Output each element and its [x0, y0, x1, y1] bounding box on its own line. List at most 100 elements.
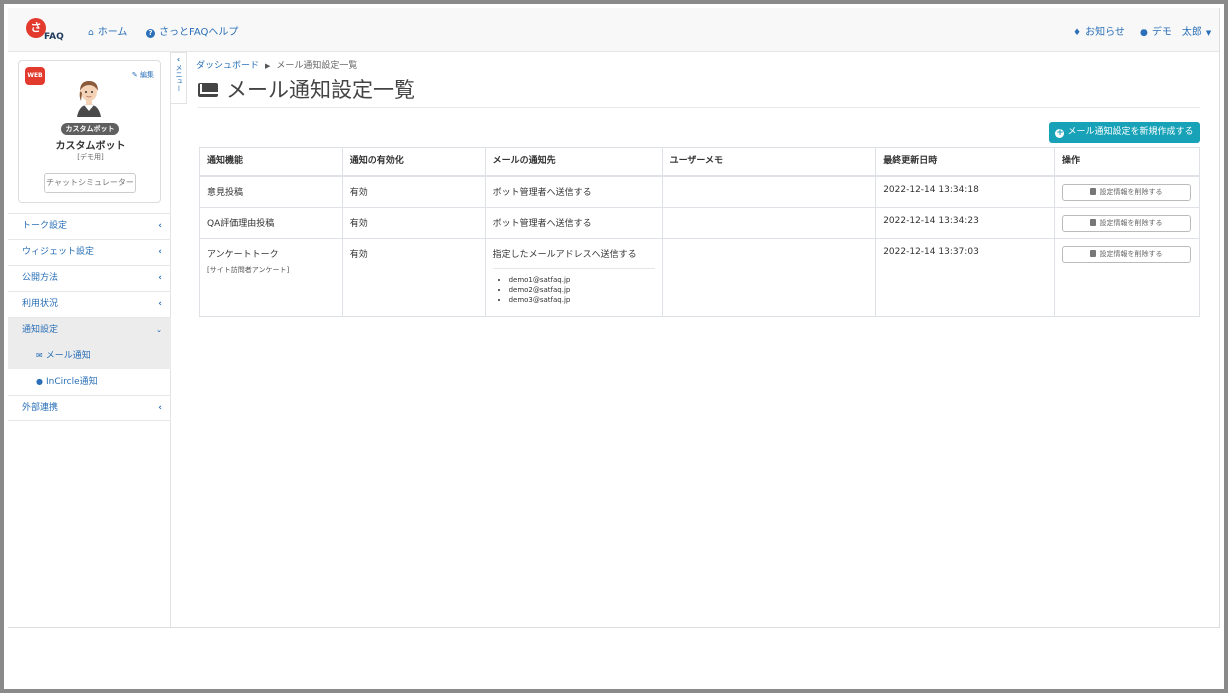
- chevron-left-icon: ‹: [158, 299, 162, 309]
- sidebar-item-publish[interactable]: 公開方法 ‹: [8, 265, 171, 291]
- chevron-left-icon: ‹: [158, 403, 162, 413]
- sidebar-subitem-incircle-notification[interactable]: ● InCircle通知: [8, 369, 171, 395]
- chevron-left-icon: ‹: [158, 247, 162, 257]
- sidebar-item-label: 公開方法: [22, 273, 59, 283]
- cell-memo: [661, 206, 877, 239]
- envelope-icon: ✉: [36, 351, 43, 360]
- cell-memo: [661, 175, 877, 208]
- user-menu-dropdown[interactable]: ● デモ 太郎 ▼: [1140, 23, 1215, 38]
- nav-notice-label: お知らせ: [1085, 27, 1125, 38]
- page-title-text: メール通知設定一覧: [226, 78, 415, 102]
- table-row: QA評価理由投稿 有効 ボット管理者へ送信する 2022-12-14 13:34…: [199, 206, 1201, 239]
- breadcrumb-dashboard-link[interactable]: ダッシュボード: [196, 61, 259, 71]
- destination-text: 指定したメールアドレスへ送信する: [492, 249, 637, 260]
- sidebar-item-label: 外部連携: [22, 403, 59, 413]
- chevron-left-icon: ‹: [176, 55, 181, 64]
- sidebar-item-usage[interactable]: 利用状況 ‹: [8, 291, 171, 317]
- sidebar-subitem-mail-notification[interactable]: ✉ メール通知: [8, 343, 171, 369]
- brand-logo[interactable]: さ FAQ: [24, 16, 74, 46]
- mail-notification-table: 通知機能 通知の有効化 メールの通知先 ユーザーメモ 最終更新日時 操作 意見投…: [199, 147, 1201, 317]
- chevron-left-icon: ‹: [158, 221, 162, 231]
- web-badge: WEB: [25, 67, 45, 85]
- cell-memo: [661, 237, 877, 317]
- column-header: 操作: [1053, 147, 1201, 177]
- sidebar-item-talk-settings[interactable]: トーク設定 ‹: [8, 213, 171, 239]
- sidebar-item-label: 利用状況: [22, 299, 59, 309]
- feature-name: アンケートトーク: [207, 249, 279, 260]
- sidebar-item-label: トーク設定: [22, 221, 68, 231]
- top-navbar: さ FAQ ⌂ ホーム ? さっとFAQヘルプ ♦ お知らせ ● デモ 太郎 ▼: [8, 8, 1219, 52]
- bot-profile-card: WEB ✎ 編集 カスタムボット カスタムボット [デモ用] チャットシミュレー…: [18, 60, 161, 203]
- sidebar-item-integrations[interactable]: 外部連携 ‹: [8, 395, 171, 421]
- delete-button-label: 設定情報を削除する: [1099, 249, 1163, 258]
- cell-action: 設定情報を削除する: [1053, 206, 1201, 239]
- trash-icon: [1090, 188, 1097, 195]
- table-row: アンケートトーク [サイト訪問者アンケート] 有効 指定したメールアドレスへ送信…: [199, 237, 1201, 317]
- envelope-icon: [198, 83, 218, 97]
- delete-button-label: 設定情報を削除する: [1099, 188, 1163, 196]
- create-mail-notification-button[interactable]: + メール通知設定を新規作成する: [1049, 122, 1200, 143]
- chevron-down-icon: ⌄: [156, 326, 162, 334]
- cell-destination: 指定したメールアドレスへ送信する demo1@satfaq.jp demo2@s…: [484, 237, 663, 317]
- breadcrumb-current: メール通知設定一覧: [276, 61, 358, 71]
- cell-destination: ボット管理者へ送信する: [484, 206, 663, 239]
- sidebar-item-widget-settings[interactable]: ウィジェット設定 ‹: [8, 239, 171, 265]
- sidebar-subitem-label: InCircle通知: [45, 377, 98, 387]
- cell-enabled: 有効: [341, 206, 486, 239]
- cell-feature: QA評価理由投稿: [199, 206, 343, 239]
- logo-mark: さ: [26, 18, 46, 38]
- sidebar-item-label: ウィジェット設定: [22, 247, 95, 257]
- menu-collapse-tab[interactable]: ‹ メニュー: [171, 52, 187, 104]
- edit-label: 編集: [140, 71, 154, 79]
- cell-feature: アンケートトーク [サイト訪問者アンケート]: [199, 237, 343, 317]
- delete-setting-button[interactable]: 設定情報を削除する: [1061, 245, 1191, 263]
- chevron-left-icon: ‹: [158, 273, 162, 283]
- delete-setting-button[interactable]: 設定情報を削除する: [1061, 184, 1191, 201]
- bot-subtitle: [デモ用]: [77, 153, 104, 161]
- email-list: demo1@satfaq.jp demo2@satfaq.jp demo3@sa…: [493, 275, 655, 305]
- cell-feature: 意見投稿: [199, 175, 343, 208]
- logo-text: FAQ: [44, 32, 64, 42]
- column-header: メールの通知先: [484, 147, 663, 177]
- trash-icon: [1090, 249, 1097, 257]
- pencil-icon: ✎: [131, 71, 138, 79]
- sidebar-item-label: 通知設定: [22, 325, 59, 335]
- app-window: さ FAQ ⌂ ホーム ? さっとFAQヘルプ ♦ お知らせ ● デモ 太郎 ▼ WEB …: [8, 8, 1220, 628]
- delete-setting-button[interactable]: 設定情報を削除する: [1061, 214, 1191, 232]
- caret-right-icon: ▶: [265, 62, 271, 70]
- chat-simulator-button[interactable]: チャットシミュレーター: [44, 173, 136, 193]
- sidebar: WEB ✎ 編集 カスタムボット カスタムボット [デモ用] チャットシミュレー…: [8, 52, 171, 627]
- screenshot-frame: さ FAQ ⌂ ホーム ? さっとFAQヘルプ ♦ お知らせ ● デモ 太郎 ▼ WEB …: [0, 0, 1228, 693]
- trash-icon: [1090, 218, 1097, 226]
- column-header: 通知の有効化: [341, 147, 486, 177]
- plus-circle-icon: +: [1055, 128, 1065, 138]
- cell-enabled: 有効: [341, 237, 486, 317]
- bot-type-badge: カスタムボット: [61, 123, 119, 135]
- cell-updated: 2022-12-14 13:37:03: [875, 237, 1055, 317]
- bot-avatar: [77, 81, 101, 117]
- edit-profile-link[interactable]: ✎ 編集: [132, 70, 154, 80]
- chat-bubble-icon: ●: [36, 377, 43, 386]
- nav-help-label: さっとFAQヘルプ: [159, 27, 239, 38]
- column-header: 最終更新日時: [875, 147, 1055, 177]
- cell-updated: 2022-12-14 13:34:18: [875, 175, 1055, 208]
- email-item: demo2@satfaq.jp: [509, 285, 655, 295]
- breadcrumb: ダッシュボード ▶ メール通知設定一覧: [196, 58, 357, 71]
- bot-name: カスタムボット: [55, 141, 126, 152]
- column-header: 通知機能: [199, 147, 343, 177]
- menu-tab-label: メニュー: [175, 64, 183, 92]
- cell-destination: ボット管理者へ送信する: [484, 175, 663, 208]
- home-icon: ⌂: [88, 28, 94, 38]
- sidebar-menu: トーク設定 ‹ ウィジェット設定 ‹ 公開方法 ‹ 利用状況 ‹ 通知設定 ⌄ ✉ メール通…: [8, 213, 171, 421]
- nav-help-link[interactable]: ? さっとFAQヘルプ: [146, 23, 238, 38]
- cell-action: 設定情報を削除する: [1053, 237, 1201, 317]
- table-row: 意見投稿 有効 ボット管理者へ送信する 2022-12-14 13:34:18 …: [199, 175, 1201, 208]
- nav-notice-link[interactable]: ♦ お知らせ: [1073, 23, 1125, 38]
- sidebar-item-notification-settings[interactable]: 通知設定 ⌄: [8, 317, 171, 343]
- table-header-row: 通知機能 通知の有効化 メールの通知先 ユーザーメモ 最終更新日時 操作: [199, 147, 1201, 177]
- page-title: メール通知設定一覧: [198, 74, 415, 104]
- question-circle-icon: ?: [146, 29, 155, 38]
- cell-enabled: 有効: [341, 175, 486, 208]
- sidebar-subitem-label: メール通知: [45, 351, 91, 361]
- nav-home-link[interactable]: ⌂ ホーム: [88, 23, 127, 38]
